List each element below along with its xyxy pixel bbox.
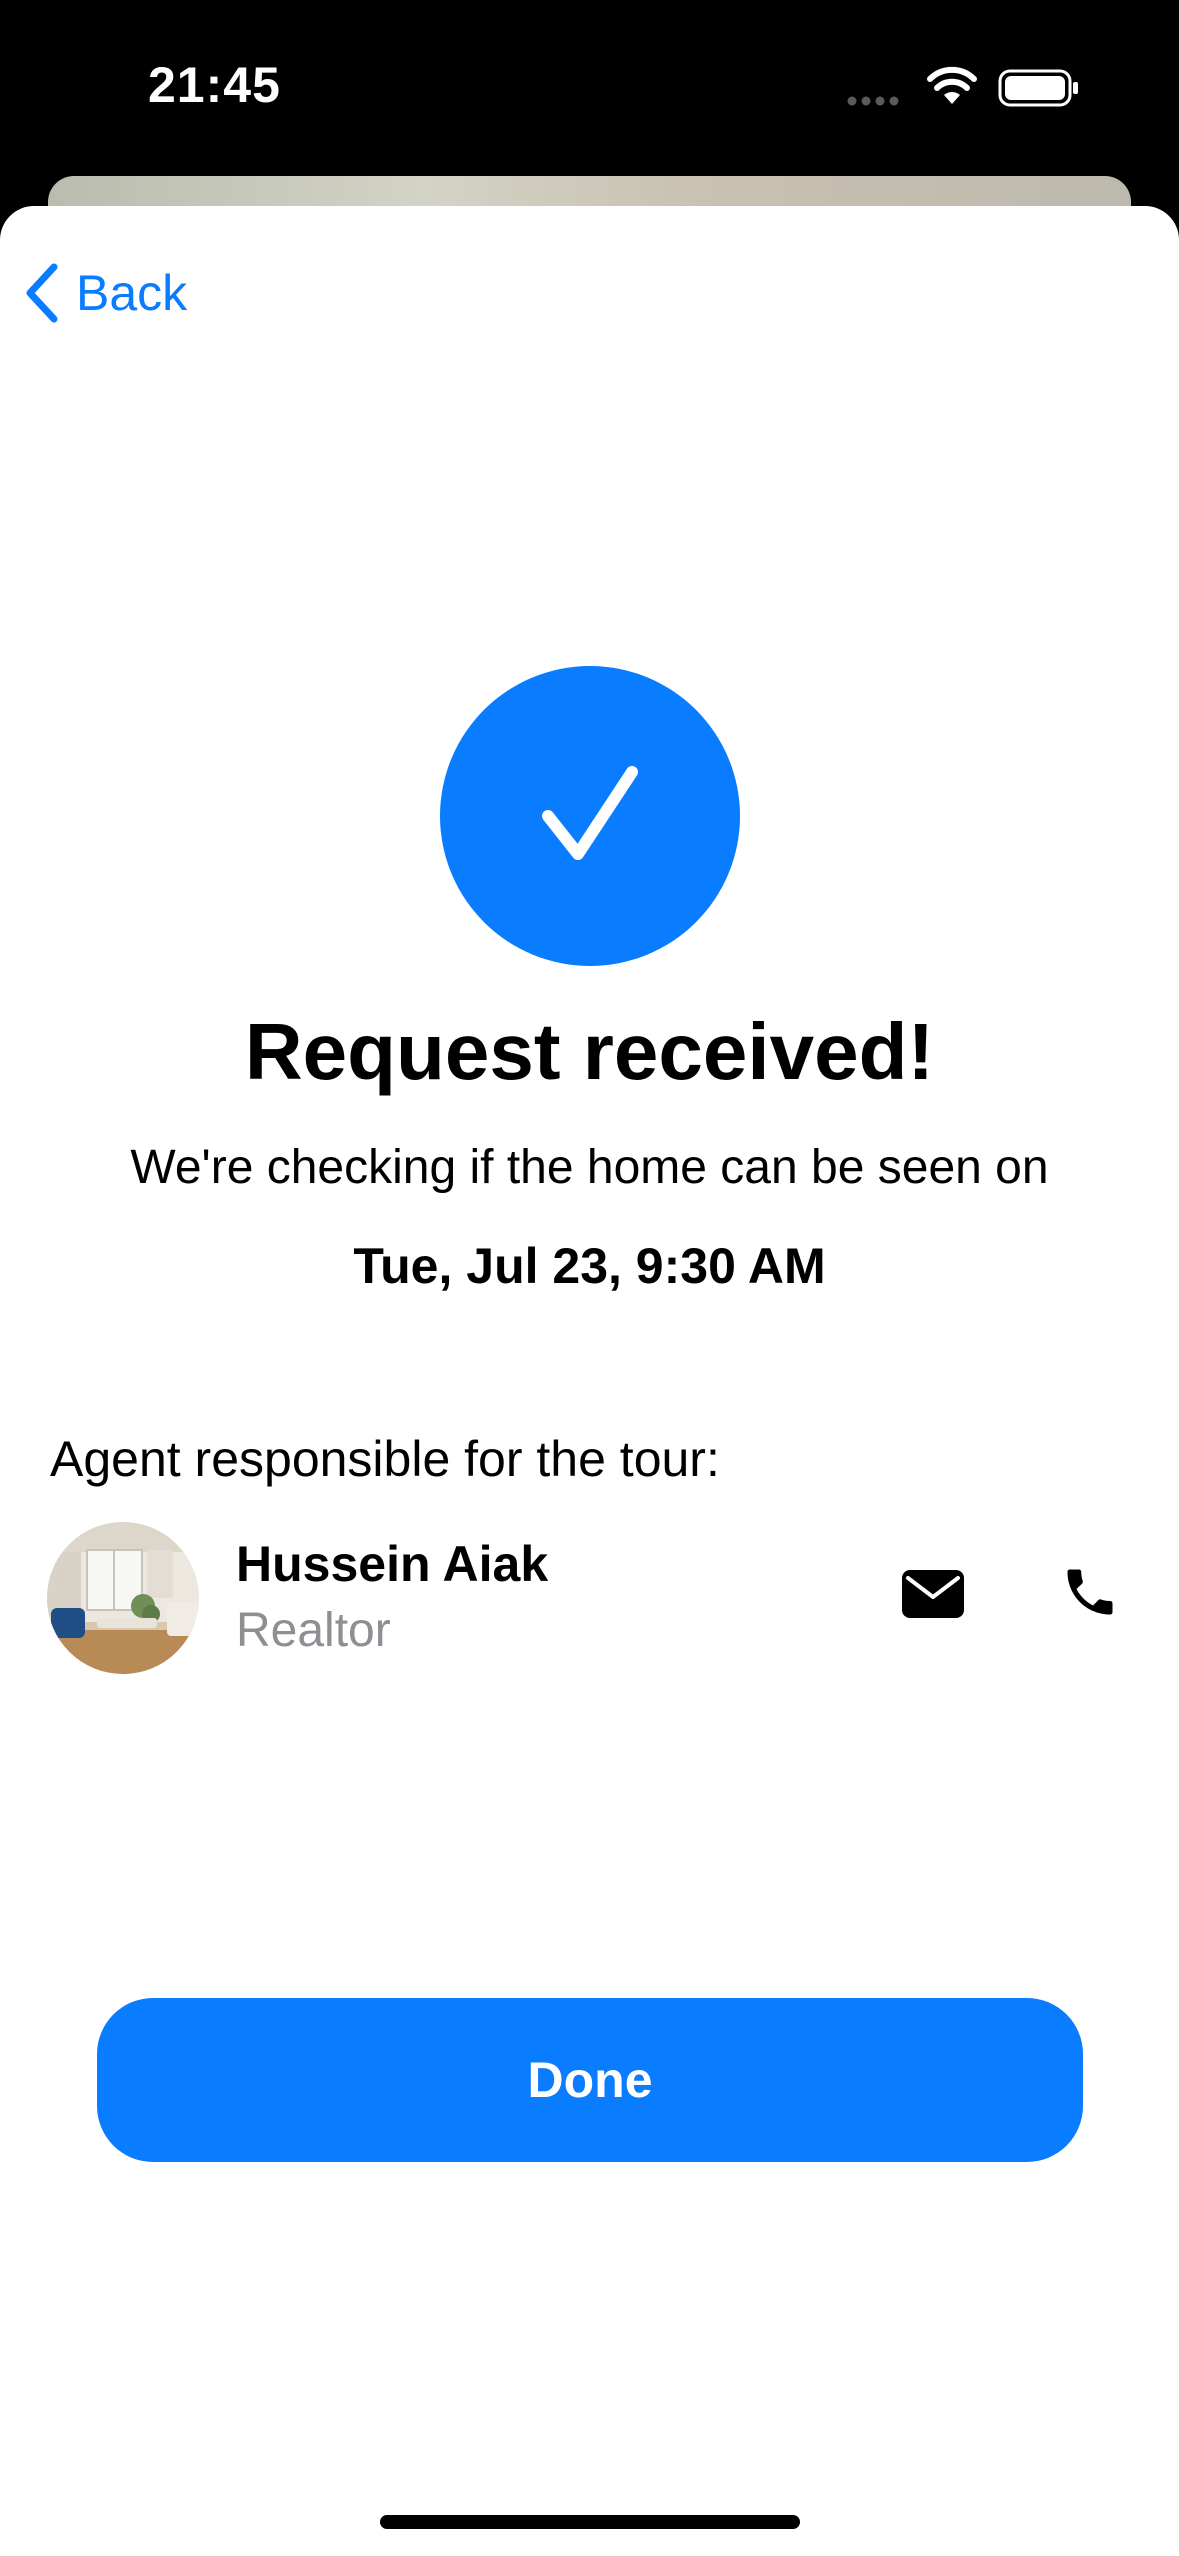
checkmark-icon	[542, 766, 638, 860]
back-button[interactable]: Back	[24, 258, 187, 328]
phone-icon[interactable]	[1060, 1562, 1120, 1622]
agent-heading: Agent responsible for the tour:	[50, 1431, 720, 1487]
status-bar: 21:45	[0, 0, 1179, 175]
agent-role: Realtor	[236, 1604, 391, 1657]
wifi-icon	[927, 66, 977, 104]
back-label: Back	[76, 265, 188, 321]
agent-avatar	[47, 1522, 199, 1674]
agent-name: Hussein Aiak	[236, 1536, 549, 1592]
success-badge	[440, 666, 740, 966]
tour-datetime: Tue, Jul 23, 9:30 AM	[353, 1238, 826, 1294]
cellular-signal-icon	[847, 96, 899, 106]
chevron-left-icon	[26, 263, 58, 323]
battery-icon	[998, 69, 1078, 107]
home-indicator[interactable]	[380, 2515, 800, 2529]
confirmation-title: Request received!	[244, 1007, 935, 1096]
done-button[interactable]: Done	[97, 1998, 1083, 2162]
status-time: 21:45	[148, 57, 281, 113]
envelope-icon[interactable]	[900, 1568, 966, 1620]
confirmation-subtitle: We're checking if the home can be seen o…	[130, 1141, 1049, 1194]
modal-sheet	[0, 206, 1179, 2556]
